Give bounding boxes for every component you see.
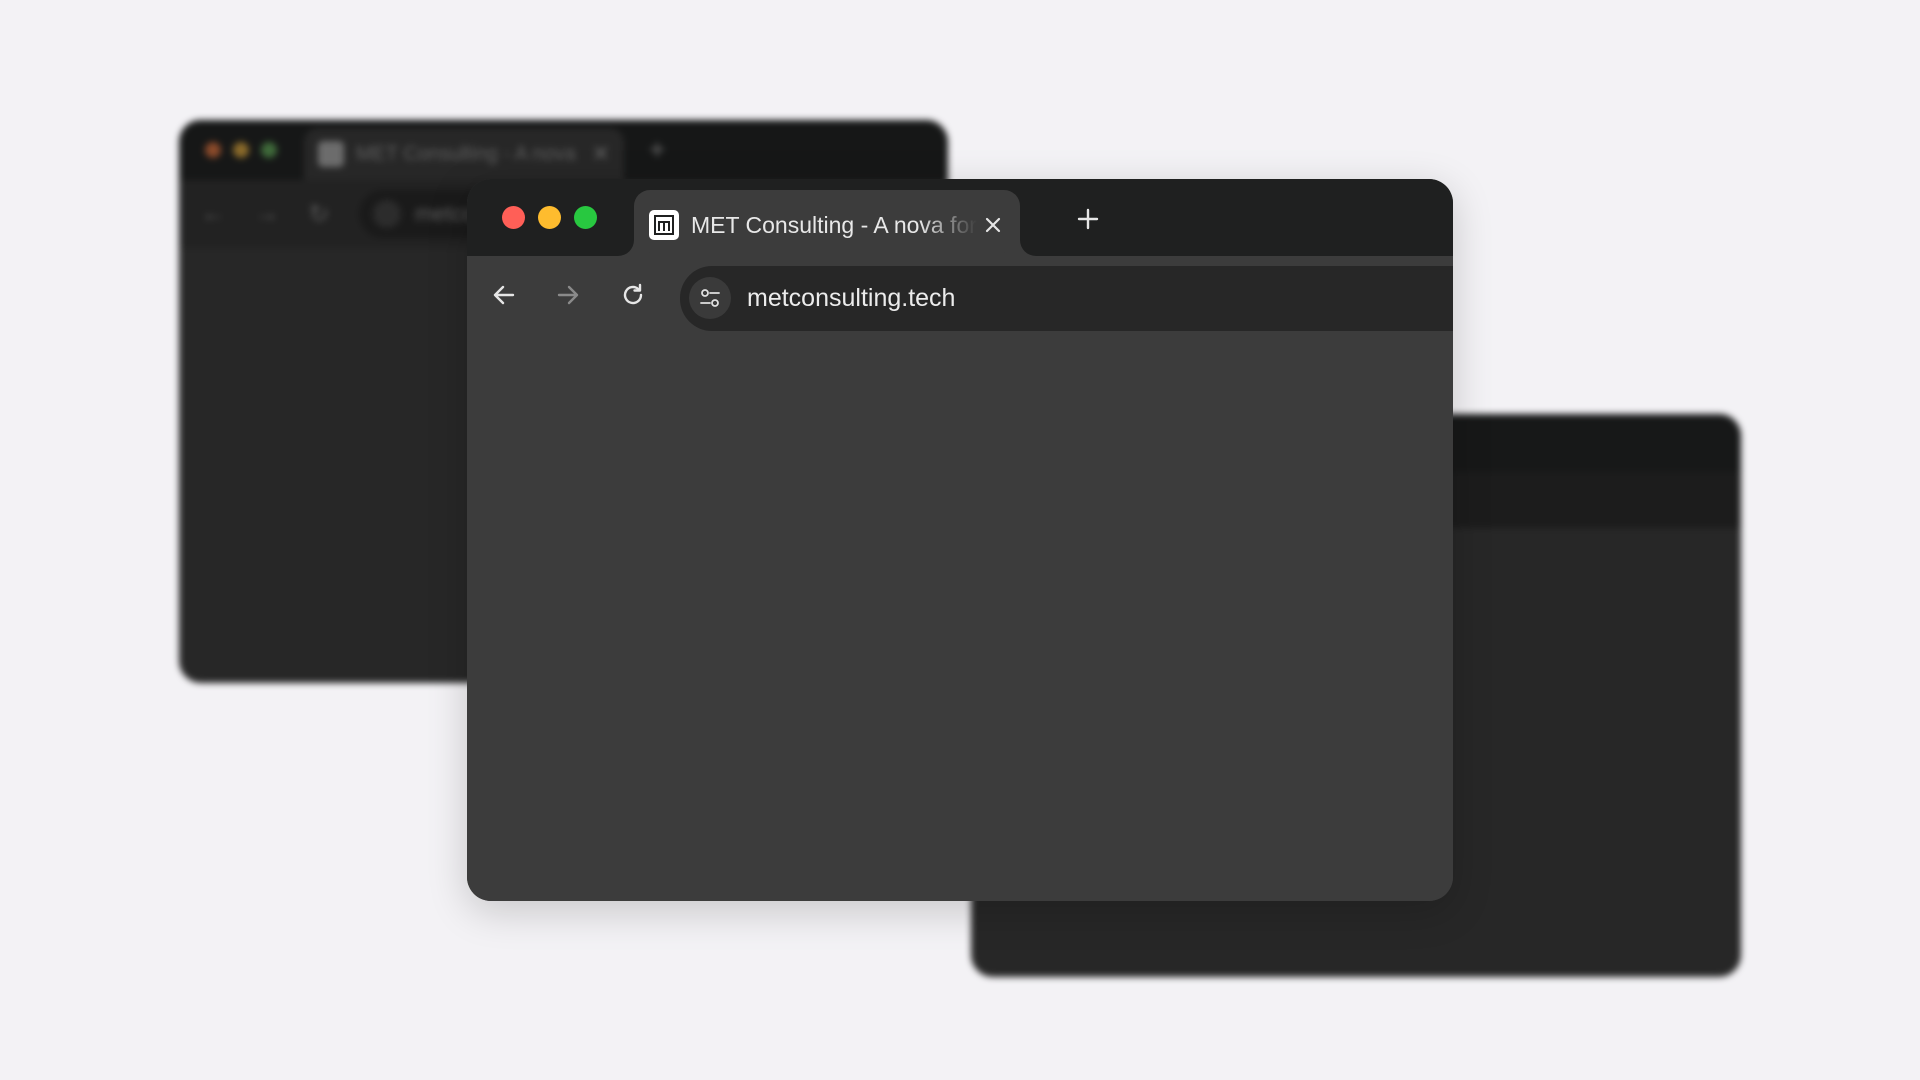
close-icon xyxy=(985,217,1001,233)
forward-button[interactable] xyxy=(549,276,587,314)
background-reload-icon: ↻ xyxy=(309,200,330,228)
plus-icon xyxy=(1077,208,1099,230)
arrow-right-icon xyxy=(557,285,579,305)
navigation-toolbar: metconsulting.tech xyxy=(467,256,1453,333)
reload-button[interactable] xyxy=(614,276,652,314)
site-settings-button[interactable] xyxy=(689,277,731,319)
background-close-icon: ✕ xyxy=(591,141,610,166)
tab-title: MET Consulting - A nova forma de consult… xyxy=(691,212,977,238)
background-tabstrip: MET Consulting - A nova fo ✕ + xyxy=(179,120,948,180)
tab-strip: MET Consulting - A nova forma de consult… xyxy=(467,179,1453,256)
tab-met-consulting[interactable]: MET Consulting - A nova forma de consult… xyxy=(634,190,1020,256)
zoom-window-button[interactable] xyxy=(574,206,597,229)
background-minimize-light xyxy=(233,142,249,158)
background-tab-title: MET Consulting - A nova fo xyxy=(356,142,580,165)
close-window-button[interactable] xyxy=(502,206,525,229)
background-back-icon: ← xyxy=(201,200,225,227)
background-plus-icon: + xyxy=(649,134,666,165)
background-zoom-light xyxy=(261,142,277,158)
traffic-lights xyxy=(502,206,597,229)
url-text[interactable]: metconsulting.tech xyxy=(747,283,955,313)
background-favicon-icon xyxy=(318,141,344,167)
browser-window: MET Consulting - A nova forma de consult… xyxy=(467,179,1453,901)
minimize-window-button[interactable] xyxy=(538,206,561,229)
arrow-left-icon xyxy=(493,285,515,305)
reload-icon xyxy=(623,283,643,305)
new-tab-button[interactable] xyxy=(1071,202,1105,236)
background-close-light xyxy=(205,142,221,158)
desktop-stage: MET Consulting - A nova fo ✕ + ← → ↻ met… xyxy=(0,0,1920,1080)
background-tab: MET Consulting - A nova fo ✕ xyxy=(304,128,624,180)
page-content-area[interactable] xyxy=(467,333,1453,901)
close-tab-button[interactable] xyxy=(979,211,1007,239)
background-tune-icon xyxy=(373,200,402,228)
background-traffic-lights xyxy=(205,142,277,158)
met-logo-icon xyxy=(649,210,679,240)
back-button[interactable] xyxy=(485,276,523,314)
tune-icon xyxy=(700,289,720,307)
background-forward-icon: → xyxy=(255,200,279,227)
address-bar[interactable]: metconsulting.tech xyxy=(680,266,1453,331)
